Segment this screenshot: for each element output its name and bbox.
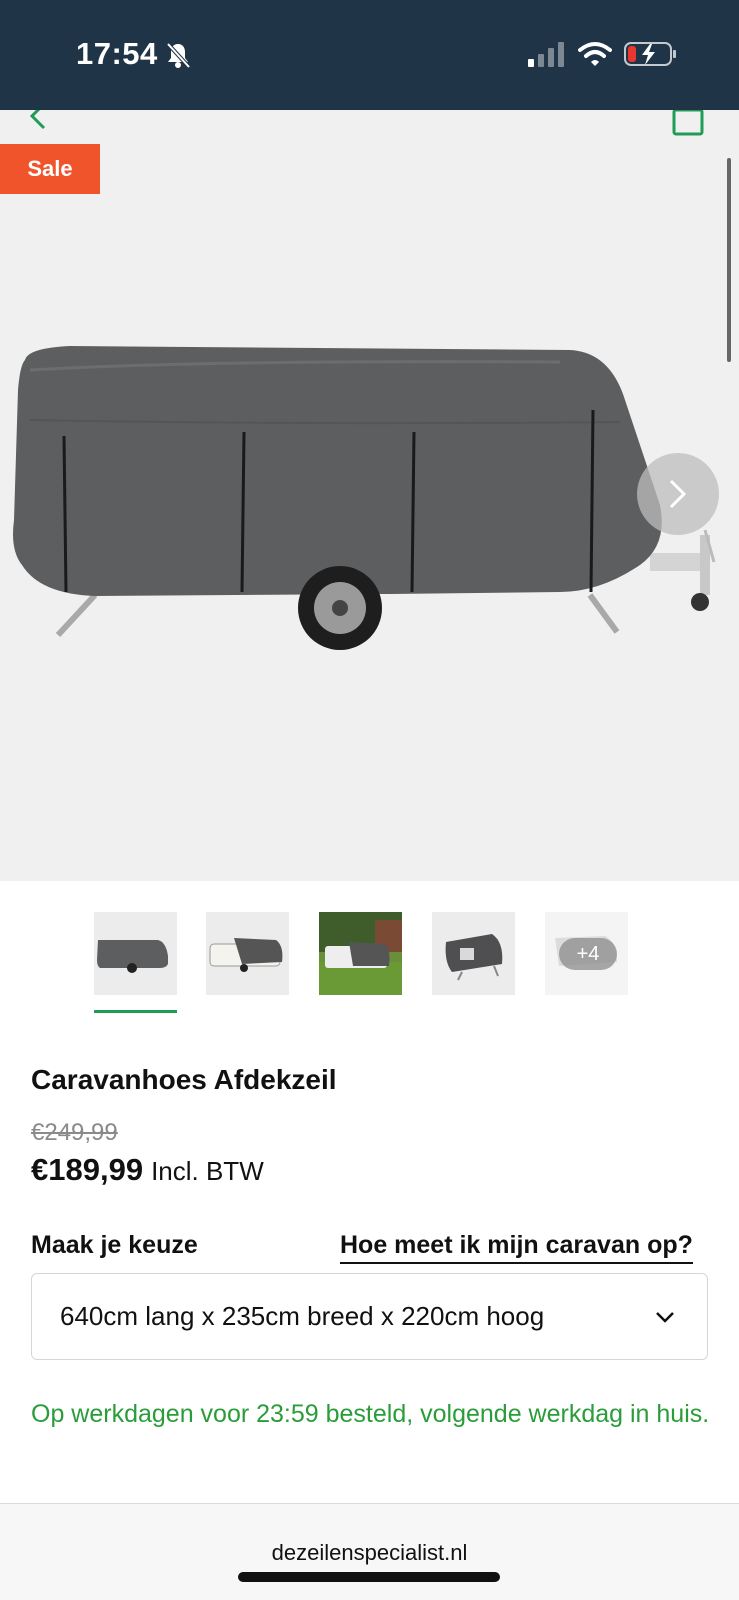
chevron-right-icon xyxy=(669,479,687,509)
back-icon[interactable] xyxy=(24,110,52,130)
thumbnail-more[interactable]: +4 xyxy=(545,912,628,995)
thumbnail-caravan-partially-covered[interactable] xyxy=(206,912,289,995)
bell-slash-icon xyxy=(166,42,191,69)
choice-label: Maak je keuze xyxy=(31,1231,198,1259)
browser-bottom-bar: dezeilenspecialist.nl xyxy=(0,1503,739,1600)
home-indicator[interactable] xyxy=(238,1572,500,1582)
product-gallery[interactable]: Sale xyxy=(0,110,739,881)
status-bar: 17:54 xyxy=(0,0,739,110)
more-images-badge: +4 xyxy=(559,938,617,970)
thumbnail-strip: +4 xyxy=(0,900,739,1020)
measure-caravan-link[interactable]: Hoe meet ik mijn caravan op? xyxy=(340,1231,693,1264)
old-price: €249,99 xyxy=(31,1119,118,1146)
chevron-down-icon xyxy=(656,1312,674,1323)
delivery-info: Op werkdagen voor 23:59 besteld, volgend… xyxy=(31,1400,710,1428)
size-select-value: 640cm lang x 235cm breed x 220cm hoog xyxy=(60,1301,545,1331)
thumbnail-selected-indicator xyxy=(94,1010,177,1013)
sale-badge: Sale xyxy=(0,144,100,194)
thumbnail-covered-caravan-on-lawn[interactable] xyxy=(319,912,402,995)
wifi-icon xyxy=(578,42,612,66)
thumbnail-cover-detail-view[interactable] xyxy=(432,912,515,995)
url-label[interactable]: dezeilenspecialist.nl xyxy=(0,1540,739,1566)
status-time: 17:54 xyxy=(76,36,158,71)
product-title: Caravanhoes Afdekzeil xyxy=(31,1064,337,1095)
grey-caravan-cover-photo xyxy=(13,346,716,650)
size-select[interactable]: 640cm lang x 235cm breed x 220cm hoog xyxy=(31,1273,708,1360)
price-vat-note: Incl. BTW xyxy=(151,1156,264,1186)
signal-icon xyxy=(528,42,564,67)
next-image-button[interactable] xyxy=(637,453,719,535)
thumbnail-grey-cover-side-view[interactable] xyxy=(94,912,177,995)
share-icon[interactable] xyxy=(670,110,706,136)
scrollbar[interactable] xyxy=(727,158,731,362)
current-price: €189,99 xyxy=(31,1152,144,1187)
price-row: €189,99 Incl. BTW xyxy=(31,1152,264,1188)
battery-charging-icon xyxy=(624,42,676,66)
